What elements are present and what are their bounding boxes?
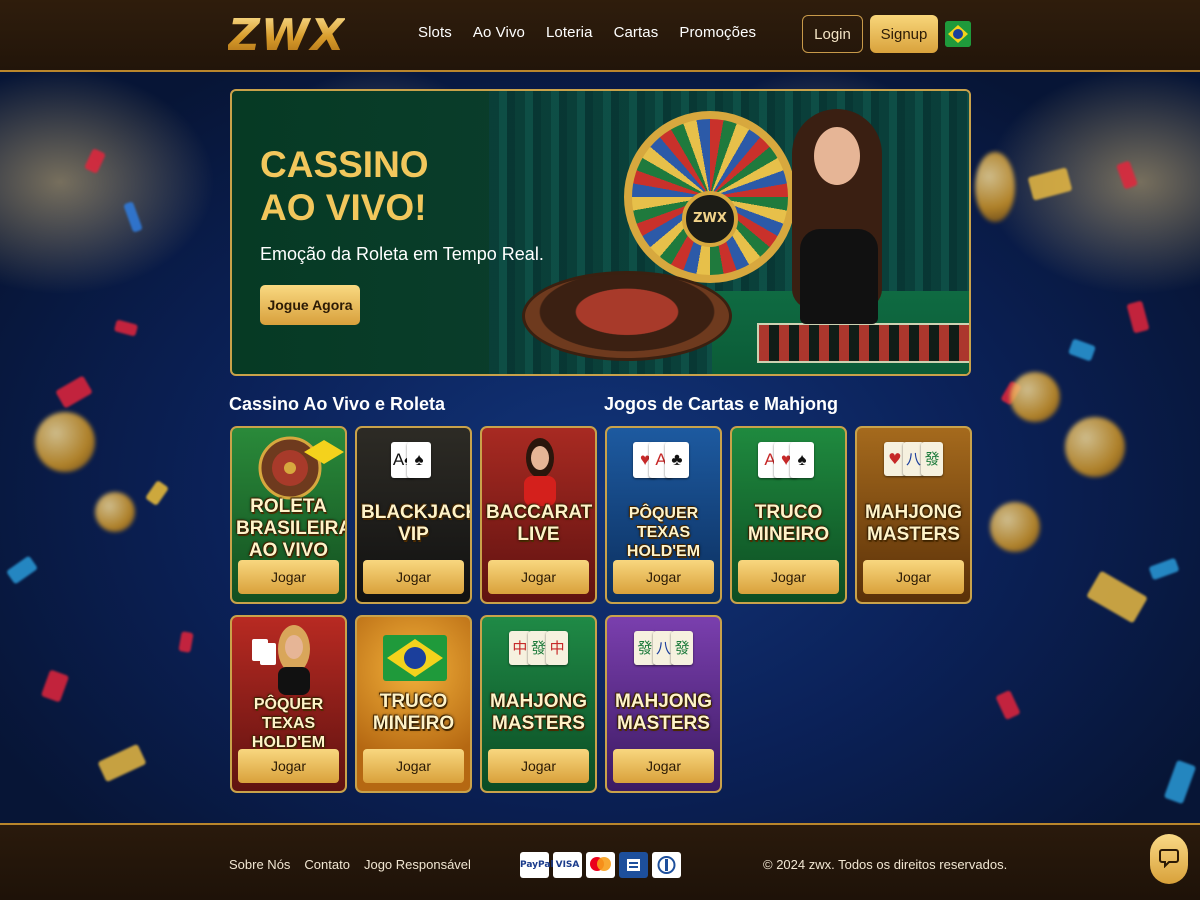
playing-cards-icon: ♥ A ♣ bbox=[633, 442, 693, 498]
game-card[interactable]: ROLETA BRASILEIRA AO VIVO Jogar bbox=[230, 426, 347, 604]
footer: Sobre Nós Contato Jogo Responsável PayPa… bbox=[0, 823, 1200, 900]
hero-banner: ZWX CASSINO AO VIVO! Emoção da Roleta em… bbox=[230, 89, 971, 376]
game-card[interactable]: ♥ A ♣ PÔQUER TEXAS HOLD'EM Jogar bbox=[605, 426, 722, 604]
footer-link-contact[interactable]: Contato bbox=[304, 857, 350, 872]
mahjong-tiles-icon: 發八發 bbox=[634, 631, 694, 687]
play-button[interactable]: Jogar bbox=[363, 560, 464, 594]
game-name: MAHJONG MASTERS bbox=[864, 502, 963, 545]
game-name: TRUCO MINEIRO bbox=[372, 691, 455, 734]
game-name: MAHJONG MASTERS bbox=[614, 691, 713, 734]
footer-link-about[interactable]: Sobre Nós bbox=[229, 857, 290, 872]
nav-item-loteria[interactable]: Loteria bbox=[546, 24, 593, 41]
brazil-flag-icon[interactable] bbox=[945, 21, 971, 47]
copyright-text: © 2024 zwx. Todos os direitos reservados… bbox=[763, 857, 1008, 872]
hero-title-line1: CASSINO bbox=[260, 144, 429, 185]
paypal-icon: PayPal bbox=[520, 852, 554, 878]
section-title-live: Cassino Ao Vivo e Roleta bbox=[229, 394, 446, 414]
game-card[interactable]: 發八發 MAHJONG MASTERS Jogar bbox=[605, 615, 722, 793]
footer-link-responsible-gaming[interactable]: Jogo Responsável bbox=[364, 857, 471, 872]
nav-item-ao-vivo[interactable]: Ao Vivo bbox=[473, 24, 525, 41]
signup-button[interactable]: Signup bbox=[870, 15, 938, 53]
footer-links: Sobre Nós Contato Jogo Responsável bbox=[229, 857, 485, 872]
game-card[interactable]: A♠ ♠ BLACKJACK VIP Jogar bbox=[355, 426, 472, 604]
roulette-betting-grid bbox=[757, 323, 969, 363]
game-name: PÔQUER TEXAS HOLD'EM bbox=[251, 696, 326, 751]
nav-item-slots[interactable]: Slots bbox=[418, 24, 452, 41]
game-name: PÔQUER TEXAS HOLD'EM bbox=[626, 505, 701, 560]
game-card[interactable]: BACCARAT LIVE Jogar bbox=[480, 426, 597, 604]
game-name: ROLETA BRASILEIRA AO VIVO bbox=[236, 496, 347, 561]
play-button[interactable]: Jogar bbox=[238, 560, 339, 594]
top-header: ZWX Slots Ao Vivo Loteria Cartas Promoçõ… bbox=[0, 0, 1200, 72]
hero-subtitle: Emoção da Roleta em Tempo Real. bbox=[260, 244, 544, 264]
nav-item-promocoes[interactable]: Promoções bbox=[679, 24, 756, 41]
mahjong-tiles-icon: ♥ 八發 bbox=[884, 442, 944, 498]
play-button[interactable]: Jogar bbox=[488, 560, 589, 594]
roulette-wheel bbox=[522, 271, 732, 361]
wheel-hub-logo: ZWX bbox=[682, 191, 738, 247]
dealer-image bbox=[792, 109, 907, 329]
play-button[interactable]: Jogar bbox=[238, 749, 339, 783]
play-button[interactable]: Jogar bbox=[863, 560, 964, 594]
bank-card-icon bbox=[619, 852, 648, 878]
game-name: TRUCO MINEIRO bbox=[747, 502, 830, 545]
play-button[interactable]: Jogar bbox=[363, 749, 464, 783]
mastercard-icon bbox=[586, 852, 615, 878]
brand-logo[interactable]: ZWX bbox=[228, 10, 345, 61]
play-now-button[interactable]: Jogue Agora bbox=[260, 285, 360, 325]
game-name: BLACKJACK VIP bbox=[361, 502, 472, 545]
playing-cards-icon: A ♥ ♠ bbox=[758, 442, 818, 498]
visa-icon: VISA bbox=[553, 852, 582, 878]
login-button[interactable]: Login bbox=[802, 15, 863, 53]
play-button[interactable]: Jogar bbox=[613, 749, 714, 783]
hero-title: CASSINO AO VIVO! bbox=[260, 143, 460, 229]
play-button[interactable]: Jogar bbox=[488, 749, 589, 783]
play-button[interactable]: Jogar bbox=[738, 560, 839, 594]
playing-cards-icon: A♠ ♠ bbox=[387, 442, 443, 498]
game-name: BACCARAT LIVE bbox=[486, 502, 593, 545]
game-card[interactable]: PÔQUER TEXAS HOLD'EM Jogar bbox=[230, 615, 347, 793]
game-card[interactable]: ♥ 八發 MAHJONG MASTERS Jogar bbox=[855, 426, 972, 604]
play-button[interactable]: Jogar bbox=[613, 560, 714, 594]
chat-button[interactable] bbox=[1150, 834, 1188, 884]
diners-icon bbox=[652, 852, 681, 878]
chat-bubble-icon bbox=[1158, 846, 1180, 873]
main-nav: Slots Ao Vivo Loteria Cartas Promoções bbox=[418, 24, 777, 41]
game-name: MAHJONG MASTERS bbox=[489, 691, 588, 734]
mahjong-tiles-icon: 中發中 bbox=[509, 631, 569, 687]
nav-item-cartas[interactable]: Cartas bbox=[614, 24, 659, 41]
game-card[interactable]: 中發中 MAHJONG MASTERS Jogar bbox=[480, 615, 597, 793]
hero-title-line2: AO VIVO! bbox=[260, 187, 427, 228]
game-card[interactable]: TRUCO MINEIRO Jogar bbox=[355, 615, 472, 793]
section-title-cards: Jogos de Cartas e Mahjong bbox=[604, 394, 839, 414]
game-card[interactable]: A ♥ ♠ TRUCO MINEIRO Jogar bbox=[730, 426, 847, 604]
